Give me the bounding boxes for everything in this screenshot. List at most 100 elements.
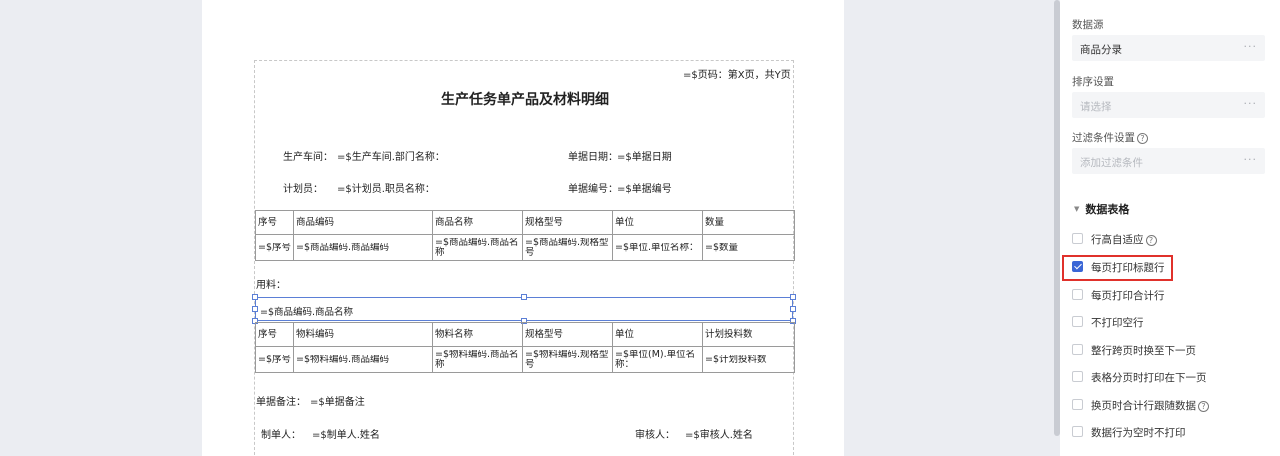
table-cell[interactable]: =$单位.单位名称： <box>612 234 703 261</box>
sort-label: 排序设置 <box>1072 76 1114 88</box>
workshop-label[interactable]: 生产车间： <box>283 152 333 164</box>
table-row: =$序号 =$商品编码.商品编码 =$商品编码.商品名称 =$商品编码.规格型号… <box>255 234 795 261</box>
page-number-field[interactable]: =$页码：第X页，共Y页 <box>683 70 791 82</box>
cell-text: =$商品编码.商品名称 <box>435 237 519 258</box>
cell-text: =$序号 <box>258 354 291 365</box>
reviewer-field[interactable]: =$审核人.姓名 <box>685 430 753 442</box>
datasource-value: 商品分录 <box>1080 44 1122 56</box>
more-icon[interactable]: ··· <box>1244 153 1258 166</box>
print-area[interactable]: =$页码：第X页，共Y页 生产任务单产品及材料明细 生产车间： =$生产车间.部… <box>252 60 796 456</box>
table-cell[interactable]: =$序号 <box>255 346 294 373</box>
table-cell[interactable]: =$序号 <box>255 234 294 261</box>
cell-text: =$序号 <box>258 242 291 253</box>
filter-placeholder: 添加过滤条件 <box>1080 157 1143 169</box>
material-table[interactable]: 序号 物料编码 物料名称 规格型号 单位 计划投料数 =$序号 =$物料编码.商… <box>255 322 795 373</box>
workshop-field[interactable]: =$生产车间.部门名称： <box>337 152 445 164</box>
table-header-cell[interactable]: 物料名称 <box>432 322 523 347</box>
resize-handle[interactable] <box>790 306 796 312</box>
checkbox[interactable] <box>1072 399 1083 410</box>
option-label: 不打印空行 <box>1091 317 1144 329</box>
table-header-cell[interactable]: 规格型号 <box>522 210 613 235</box>
section-title: 数据表格 <box>1085 203 1130 216</box>
sort-select[interactable]: 请选择 ··· <box>1072 92 1265 118</box>
cell-text: =$商品编码.商品编码 <box>296 242 390 253</box>
checkbox[interactable] <box>1072 344 1083 355</box>
cell-text: =$单位(M).单位名称： <box>615 349 696 370</box>
option-label: 行高自适应 <box>1091 234 1144 246</box>
table-cell[interactable]: =$数量 <box>702 234 795 261</box>
table-cell[interactable]: =$物料编码.规格型号 <box>522 346 613 373</box>
doc-date-label[interactable]: 单据日期： <box>568 152 618 164</box>
filter-label: 过滤条件设置 <box>1072 132 1135 144</box>
cell-text: =$计划投料数 <box>705 354 767 365</box>
cell-text: =$物料编码.商品名称 <box>435 349 519 370</box>
table-header-cell[interactable]: 计划投料数 <box>702 322 795 347</box>
table-cell[interactable]: =$单位(M).单位名称： <box>612 346 703 373</box>
cell-text: =$物料编码.规格型号 <box>525 349 609 370</box>
cell-text: =$商品编码.规格型号 <box>525 237 609 258</box>
datasource-label: 数据源 <box>1072 19 1104 31</box>
table-cell[interactable]: =$物料编码.商品编码 <box>293 346 433 373</box>
table-header-cell[interactable]: 物料编码 <box>293 322 433 347</box>
resize-handle[interactable] <box>521 294 527 300</box>
table-header-cell[interactable]: 数量 <box>702 210 795 235</box>
help-icon[interactable]: ? <box>1198 401 1209 412</box>
checkbox[interactable] <box>1072 371 1083 382</box>
table-header-cell[interactable]: 单位 <box>612 322 703 347</box>
material-table-header: 序号 物料编码 物料名称 规格型号 单位 计划投料数 <box>255 322 795 347</box>
help-icon[interactable]: ? <box>1137 133 1148 144</box>
checkbox[interactable] <box>1072 426 1083 437</box>
resize-handle[interactable] <box>252 306 258 312</box>
doc-no-field[interactable]: =$单据编号 <box>617 184 672 196</box>
sort-placeholder: 请选择 <box>1080 101 1112 113</box>
more-icon[interactable]: ··· <box>1244 40 1258 53</box>
table-header-cell[interactable]: 规格型号 <box>522 322 613 347</box>
cell-text: =$数量 <box>705 242 739 253</box>
doc-date-field[interactable]: =$单据日期 <box>617 152 672 164</box>
table-header-cell[interactable]: 序号 <box>255 322 294 347</box>
help-icon[interactable]: ? <box>1145 235 1157 246</box>
table-header-cell[interactable]: 单位 <box>612 210 703 235</box>
remark-field[interactable]: =$单据备注 <box>310 397 365 409</box>
more-icon[interactable]: ··· <box>1244 97 1258 110</box>
selected-band[interactable]: =$商品编码.商品名称 <box>252 294 796 324</box>
maker-label[interactable]: 制单人： <box>261 430 301 442</box>
product-table[interactable]: 序号 商品编码 商品名称 规格型号 单位 数量 =$序号 =$商品编码.商品编码… <box>255 210 795 261</box>
reviewer-label[interactable]: 审核人： <box>635 430 675 442</box>
table-cell[interactable]: =$计划投料数 <box>702 346 795 373</box>
checkbox[interactable] <box>1072 316 1083 327</box>
table-header-cell[interactable]: 商品编码 <box>293 210 433 235</box>
caret-down-icon: ▼ <box>1074 205 1080 213</box>
report-title[interactable]: 生产任务单产品及材料明细 <box>255 89 795 109</box>
table-header-cell[interactable]: 序号 <box>255 210 294 235</box>
report-paper: =$页码：第X页，共Y页 生产任务单产品及材料明细 生产车间： =$生产车间.部… <box>202 0 844 456</box>
doc-no-label[interactable]: 单据编号： <box>568 184 618 196</box>
remark-label[interactable]: 单据备注： <box>256 397 306 409</box>
table-cell[interactable]: =$商品编码.规格型号 <box>522 234 613 261</box>
maker-field[interactable]: =$制单人.姓名 <box>312 430 380 442</box>
table-cell[interactable]: =$商品编码.商品名称 <box>432 234 523 261</box>
resize-handle[interactable] <box>252 294 258 300</box>
product-table-header: 序号 商品编码 商品名称 规格型号 单位 数量 <box>255 210 795 235</box>
highlight-box <box>1062 255 1173 281</box>
cell-text: =$物料编码.商品编码 <box>296 354 390 365</box>
option-label: 表格分页时打印在下一页 <box>1091 372 1207 384</box>
filter-label-row: 过滤条件设置? <box>1072 130 1148 145</box>
resize-handle[interactable] <box>790 294 796 300</box>
filter-select[interactable]: 添加过滤条件 ··· <box>1072 148 1265 174</box>
planner-field[interactable]: =$计划员.职员名称： <box>337 184 435 196</box>
section-header-data-table[interactable]: ▼ 数据表格 <box>1074 201 1129 217</box>
table-cell[interactable]: =$商品编码.商品编码 <box>293 234 433 261</box>
checkbox[interactable] <box>1072 233 1083 244</box>
datasource-select[interactable]: 商品分录 ··· <box>1072 35 1265 61</box>
selected-band-text: =$商品编码.商品名称 <box>260 307 354 318</box>
table-cell[interactable]: =$物料编码.商品名称 <box>432 346 523 373</box>
table-row: =$序号 =$物料编码.商品编码 =$物料编码.商品名称 =$物料编码.规格型号… <box>255 346 795 373</box>
table-header-cell[interactable]: 商品名称 <box>432 210 523 235</box>
planner-label[interactable]: 计划员： <box>283 184 323 196</box>
option-label: 每页打印合计行 <box>1091 290 1165 302</box>
option-label: 数据行为空时不打印 <box>1091 427 1186 439</box>
option-label: 整行跨页时换至下一页 <box>1091 345 1196 357</box>
checkbox[interactable] <box>1072 289 1083 300</box>
material-label[interactable]: 用料： <box>256 280 286 292</box>
